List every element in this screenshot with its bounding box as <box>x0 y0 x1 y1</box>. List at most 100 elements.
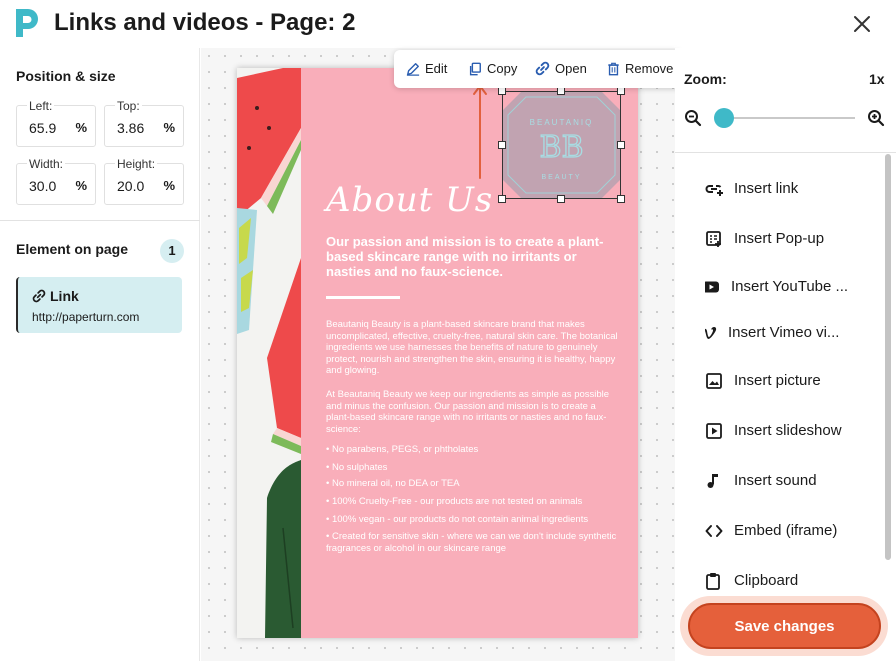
resize-handle-top-right[interactable] <box>617 87 625 95</box>
insert-picture-label: Insert picture <box>734 372 821 389</box>
height-field[interactable]: Height: 20.0 % <box>104 157 184 205</box>
width-label: Width: <box>27 157 66 171</box>
dialog-header: Links and videos - Page: 2 <box>0 0 896 48</box>
zoom-slider-track[interactable] <box>720 117 855 119</box>
insert-youtube-label: Insert YouTube ... <box>731 278 849 295</box>
open-label: Open <box>555 61 587 76</box>
remove-button[interactable]: Remove <box>607 61 673 76</box>
bullet-item: • 100% Cruelty-Free - our products are n… <box>326 496 583 507</box>
element-count-badge: 1 <box>160 239 184 263</box>
position-size-title: Position & size <box>16 68 116 84</box>
zoom-slider-thumb[interactable] <box>714 108 734 128</box>
edit-button[interactable]: Edit <box>406 61 447 76</box>
height-label: Height: <box>115 157 158 171</box>
insert-panel: Zoom: 1x Insert link Insert Pop-up Inser… <box>675 48 896 661</box>
insert-popup-label: Insert Pop-up <box>734 230 825 247</box>
clipboard-label: Clipboard <box>734 572 799 589</box>
panel-divider <box>675 152 896 153</box>
left-unit: % <box>75 120 87 135</box>
width-unit: % <box>75 178 87 193</box>
insert-youtube-item[interactable]: Insert YouTube ... <box>705 275 855 299</box>
left-field[interactable]: Left: 65.9 % <box>16 99 96 147</box>
code-icon <box>705 525 723 537</box>
resize-handle-right[interactable] <box>617 141 625 149</box>
insert-sound-label: Insert sound <box>734 472 817 489</box>
clipboard-item[interactable]: Clipboard <box>705 569 855 593</box>
bullet-item: • 100% vegan - our products do not conta… <box>326 514 589 525</box>
top-unit: % <box>163 120 175 135</box>
about-heading: About Us <box>326 180 494 220</box>
watermelon-photo <box>237 68 301 638</box>
save-changes-button[interactable]: Save changes <box>688 603 881 649</box>
insert-picture-item[interactable]: Insert picture <box>705 369 855 393</box>
trash-icon <box>608 62 619 76</box>
insert-link-label: Insert link <box>734 180 799 197</box>
vimeo-icon <box>705 326 717 339</box>
copy-button[interactable]: Copy <box>468 61 517 76</box>
properties-panel: Position & size Left: 65.9 % Top: 3.86 %… <box>0 48 200 661</box>
panel-scrollbar[interactable] <box>885 154 891 560</box>
insert-slideshow-label: Insert slideshow <box>734 422 842 439</box>
resize-handle-top-left[interactable] <box>498 87 506 95</box>
top-value[interactable]: 3.86 <box>117 120 144 136</box>
link-icon <box>32 289 46 303</box>
zoom-label: Zoom: <box>684 71 727 87</box>
bullet-item: • No mineral oil, no DEA or TEA <box>326 478 460 489</box>
resize-handle-bottom-right[interactable] <box>617 195 625 203</box>
resize-handle-bottom-left[interactable] <box>498 195 506 203</box>
height-unit: % <box>163 178 175 193</box>
left-label: Left: <box>27 99 55 113</box>
insert-vimeo-item[interactable]: Insert Vimeo vi... <box>705 321 855 345</box>
music-note-icon <box>707 474 718 488</box>
elements-title: Element on page <box>16 241 129 257</box>
top-label: Top: <box>115 99 142 113</box>
open-button[interactable]: Open <box>535 61 587 76</box>
width-value[interactable]: 30.0 <box>29 178 56 194</box>
insert-vimeo-label: Insert Vimeo vi... <box>728 324 840 341</box>
selected-link-area[interactable] <box>502 91 621 199</box>
element-url: http://paperturn.com <box>32 310 140 324</box>
resize-handle-bottom[interactable] <box>557 195 565 203</box>
copy-label: Copy <box>487 61 518 76</box>
copy-icon <box>469 62 481 76</box>
picture-icon <box>706 373 722 389</box>
embed-iframe-label: Embed (iframe) <box>734 522 838 539</box>
remove-label: Remove <box>625 61 674 76</box>
up-arrow-icon <box>473 85 487 179</box>
zoom-value: 1x <box>869 71 885 87</box>
top-field[interactable]: Top: 3.86 % <box>104 99 184 147</box>
insert-popup-item[interactable]: Insert Pop-up <box>705 227 855 251</box>
height-value[interactable]: 20.0 <box>117 178 144 194</box>
pencil-icon <box>406 63 420 76</box>
panel-divider <box>0 220 200 221</box>
insert-sound-item[interactable]: Insert sound <box>705 469 855 493</box>
link-icon <box>535 61 550 76</box>
zoom-out-icon[interactable] <box>684 109 702 127</box>
embed-iframe-item[interactable]: Embed (iframe) <box>705 519 855 543</box>
bullet-item: • No parabens, PEGS, or phtholates <box>326 444 479 455</box>
heading-rule <box>326 296 400 299</box>
width-field[interactable]: Width: 30.0 % <box>16 157 96 205</box>
youtube-icon <box>705 281 719 293</box>
element-toolbar: Edit Copy Open Remove <box>394 50 682 88</box>
body-paragraph-1: Beautaniq Beauty is a plant-based skinca… <box>326 319 618 376</box>
lead-paragraph: Our passion and mission is to create a p… <box>326 234 604 279</box>
insert-slideshow-item[interactable]: Insert slideshow <box>705 419 855 443</box>
edit-label: Edit <box>425 61 448 76</box>
dialog-title: Links and videos - Page: 2 <box>54 9 356 36</box>
resize-handle-left[interactable] <box>498 141 506 149</box>
clipboard-icon <box>706 573 720 590</box>
slideshow-icon <box>706 423 722 439</box>
close-icon[interactable] <box>852 14 872 34</box>
body-paragraph-2: At Beautaniq Beauty we keep our ingredie… <box>326 389 610 435</box>
popup-icon <box>706 231 721 247</box>
resize-handle-top[interactable] <box>557 87 565 95</box>
element-type: Link <box>50 288 79 304</box>
left-value[interactable]: 65.9 <box>29 120 56 136</box>
paperturn-logo-icon <box>16 9 38 37</box>
insert-link-item[interactable]: Insert link <box>705 177 855 201</box>
element-card-link[interactable]: Link http://paperturn.com <box>16 277 182 333</box>
zoom-in-icon[interactable] <box>867 109 885 127</box>
bullet-item: • No sulphates <box>326 462 388 473</box>
insert-link-icon <box>705 185 723 196</box>
